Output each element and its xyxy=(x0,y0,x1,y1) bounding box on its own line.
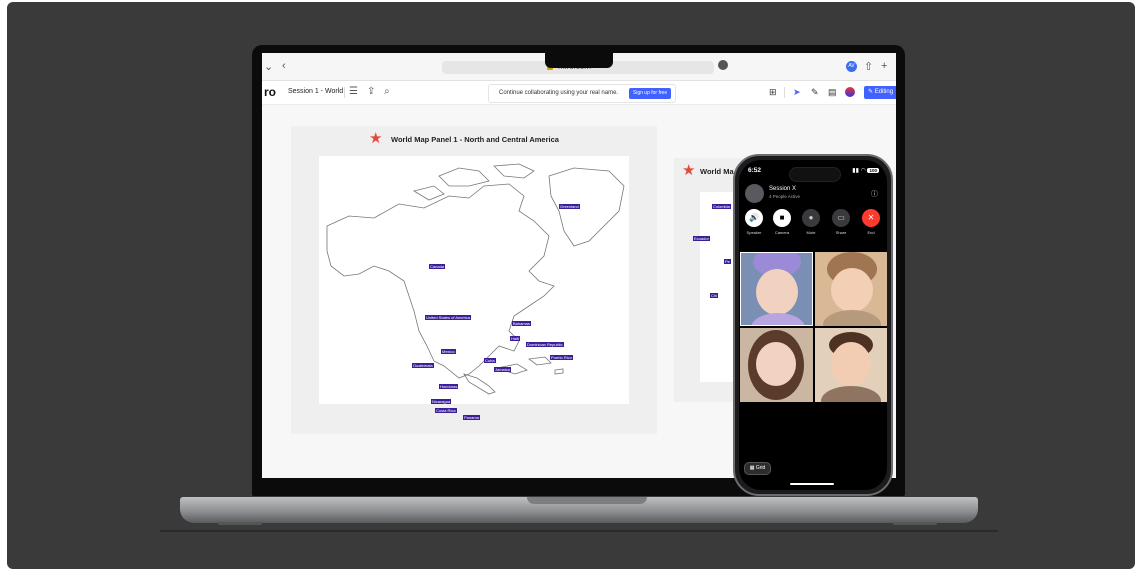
cursor-icon[interactable]: ➤ xyxy=(793,87,801,98)
panel-title: World Ma xyxy=(700,167,734,176)
divider xyxy=(344,87,345,98)
label-chile[interactable]: Chi xyxy=(710,293,719,298)
session-status: 4 People Active xyxy=(769,194,801,199)
miro-toolbar: ro Session 1 - World ☰ ⇪ ⌕ Continue coll… xyxy=(262,81,896,105)
grid-label: Grid xyxy=(755,465,766,471)
laptop-foot xyxy=(893,522,937,525)
editing-label: Editing xyxy=(874,89,894,95)
phone: 6:52 ▮▮ ◠ 100 Session X 4 People Active … xyxy=(733,154,893,496)
camera-label: Camera xyxy=(774,230,790,235)
label-colombia[interactable]: Colombia xyxy=(712,204,731,209)
label-greenland[interactable]: Greenland xyxy=(559,204,580,209)
session-avatar[interactable] xyxy=(745,184,764,203)
board-name[interactable]: Session 1 - World xyxy=(288,88,343,95)
menu-icon[interactable]: ☰ xyxy=(349,86,358,97)
search-icon[interactable]: ⌕ xyxy=(384,86,390,97)
label-mexico[interactable]: Mexico xyxy=(441,349,456,354)
extension-icon[interactable] xyxy=(718,60,728,70)
label-cuba[interactable]: Cuba xyxy=(484,358,496,363)
participant-clothes xyxy=(751,313,805,325)
participant-tile[interactable] xyxy=(815,252,887,326)
label-haiti[interactable]: Haiti xyxy=(510,336,521,341)
share-screen-icon: ▭ xyxy=(832,209,850,227)
grid-button[interactable]: ▦ Grid xyxy=(744,462,771,475)
share-icon[interactable]: ⇧ xyxy=(864,60,873,73)
star-icon: ★ xyxy=(369,130,383,147)
collab-banner: Continue collaborating using your real n… xyxy=(488,84,676,103)
label-honduras[interactable]: Honduras xyxy=(439,384,459,389)
participant-tile[interactable] xyxy=(740,328,813,402)
laptop-shadow xyxy=(160,530,998,532)
collab-message: Continue collaborating using your real n… xyxy=(499,90,619,96)
participant-clothes xyxy=(823,310,881,326)
home-indicator[interactable] xyxy=(790,483,834,485)
participant-face xyxy=(756,269,798,315)
label-nicaragua[interactable]: Nicaragua xyxy=(431,399,452,404)
label-peru[interactable]: Pe xyxy=(724,259,731,264)
label-costa-rica[interactable]: Costa Rica xyxy=(435,408,457,413)
participant-clothes xyxy=(821,386,881,402)
session-name: Session X xyxy=(769,186,797,192)
chevron-down-icon[interactable]: ⌄ xyxy=(264,60,273,73)
participant-face xyxy=(831,268,873,312)
participant-face xyxy=(831,342,871,386)
label-panama[interactable]: Panama xyxy=(463,415,480,420)
label-ecuador[interactable]: Ecuador xyxy=(693,236,710,241)
info-icon[interactable]: ⓘ xyxy=(871,189,878,199)
status-time: 6:52 xyxy=(748,167,762,174)
status-icons: ▮▮ ◠ 100 xyxy=(852,168,879,174)
label-puerto-rico[interactable]: Puerto Rico xyxy=(550,355,573,360)
user-avatar[interactable] xyxy=(845,87,855,97)
share-label: Share xyxy=(835,230,847,235)
participant-face xyxy=(756,342,796,386)
camera-button[interactable]: ■ Camera xyxy=(772,209,792,235)
star-icon: ★ xyxy=(682,162,696,179)
map-panel-1[interactable]: ★ World Map Panel 1 - North and Central … xyxy=(291,126,657,434)
label-dominican-republic[interactable]: Dominican Republic xyxy=(526,342,564,347)
end-label: End xyxy=(867,230,875,235)
dynamic-island xyxy=(789,167,841,182)
label-jamaica[interactable]: Jamaica xyxy=(494,367,511,372)
end-call-button[interactable]: ✕ End xyxy=(861,209,881,235)
participant-tile[interactable] xyxy=(815,328,887,402)
speaker-label: Speaker xyxy=(746,230,762,235)
laptop-foot xyxy=(218,522,262,525)
miro-logo[interactable]: ro xyxy=(264,85,276,99)
label-bahamas[interactable]: Bahamas xyxy=(512,321,531,326)
participant-tile[interactable] xyxy=(740,252,813,326)
close-icon: ✕ xyxy=(862,209,880,227)
editing-button[interactable]: ✎ Editing xyxy=(864,86,896,99)
laptop-groove xyxy=(527,497,647,504)
grid-icon: ▦ xyxy=(749,465,755,471)
label-guatemala[interactable]: Guatemala xyxy=(412,363,434,368)
back-icon[interactable]: ‹ xyxy=(282,60,286,72)
speaker-icon: 🔊 xyxy=(745,209,763,227)
mute-button[interactable]: ● Mute xyxy=(801,209,821,235)
divider xyxy=(784,87,785,98)
map-outline xyxy=(326,163,625,395)
battery-icon: 100 xyxy=(867,168,879,173)
share-button[interactable]: ▭ Share xyxy=(831,209,851,235)
signup-button[interactable]: Sign up for free xyxy=(629,88,671,99)
label-usa[interactable]: United States of America xyxy=(425,315,472,320)
label-canada[interactable]: Canada xyxy=(429,264,446,269)
speaker-button[interactable]: 🔊 Speaker xyxy=(744,209,764,235)
reactions-icon[interactable]: ✎ xyxy=(811,87,819,98)
panel-title: World Map Panel 1 - North and Central Am… xyxy=(391,135,559,144)
camera-icon: ■ xyxy=(773,209,791,227)
north-america-map: Greenland Canada United States of Americ… xyxy=(319,156,629,420)
mute-label: Mute xyxy=(806,230,816,235)
comment-icon[interactable]: ▤ xyxy=(828,87,837,98)
profile-avatar[interactable]: AV xyxy=(846,61,857,72)
mic-icon: ● xyxy=(802,209,820,227)
phone-screen: 6:52 ▮▮ ◠ 100 Session X 4 People Active … xyxy=(739,160,887,490)
apps-icon[interactable]: ⊞ xyxy=(769,87,777,98)
laptop-notch xyxy=(545,53,613,68)
export-icon[interactable]: ⇪ xyxy=(367,86,375,97)
new-tab-icon[interactable]: + xyxy=(881,60,887,72)
